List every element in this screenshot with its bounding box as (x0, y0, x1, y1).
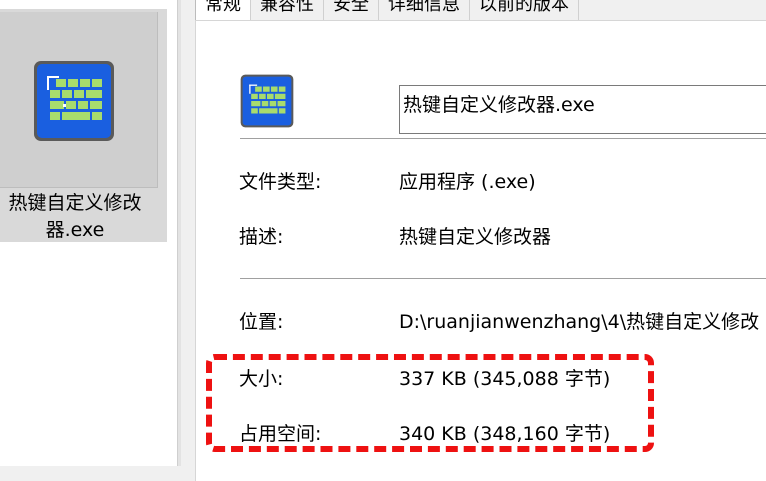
location-value[interactable]: D:\ruanjianwenzhang\4\热键自定义修改 (399, 309, 759, 335)
divider (240, 278, 766, 279)
tab-general[interactable]: 常规 (195, 0, 251, 20)
location-label: 位置: (239, 311, 284, 333)
keyboard-icon (34, 61, 114, 141)
divider (240, 138, 766, 139)
file-thumbnail-frame (0, 12, 158, 188)
file-type-value: 应用程序 (.exe) (399, 171, 536, 193)
tab-previous-versions[interactable]: 以前的版本 (469, 0, 579, 20)
tab-strip: 常规 兼容性 安全 详细信息 以前的版本 (195, 0, 579, 20)
file-name-label: 热键自定义修改器.exe (8, 192, 142, 241)
explorer-pane: 热键自定义修改器.exe (0, 0, 177, 466)
selected-file-item[interactable]: 热键自定义修改器.exe (0, 9, 167, 242)
file-type-label: 文件类型: (239, 171, 322, 193)
keyboard-icon (240, 74, 294, 128)
description-label: 描述: (239, 226, 284, 248)
tab-details[interactable]: 详细信息 (378, 0, 470, 20)
tab-compatibility[interactable]: 兼容性 (250, 0, 324, 20)
description-value: 热键自定义修改器 (399, 226, 552, 248)
properties-dialog: 常规 兼容性 安全 详细信息 以前的版本 热键自定义修改器.exe 文件类型: … (181, 0, 766, 481)
tab-security[interactable]: 安全 (323, 0, 379, 20)
size-highlight-annotation (206, 354, 654, 452)
file-name-input[interactable]: 热键自定义修改器.exe (399, 85, 766, 134)
